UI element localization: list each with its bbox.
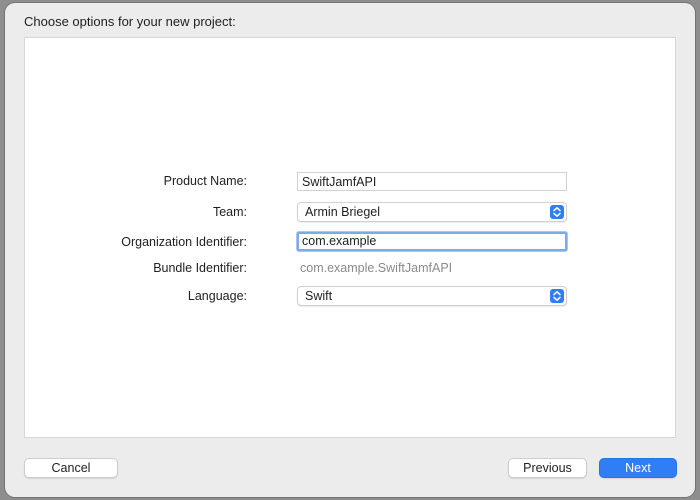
bundle-identifier-value: com.example.SwiftJamfAPI xyxy=(300,261,453,275)
up-down-chevron-icon xyxy=(550,205,564,219)
team-popup[interactable]: Armin Briegel xyxy=(297,202,567,222)
language-popup[interactable]: Swift xyxy=(297,286,567,306)
product-name-field[interactable]: SwiftJamfAPI xyxy=(297,172,567,191)
team-popup-value: Armin Briegel xyxy=(305,205,381,219)
dialog-heading: Choose options for your new project: xyxy=(24,14,236,29)
language-popup-value: Swift xyxy=(305,289,333,303)
bundle-identifier-label: Bundle Identifier: xyxy=(153,261,247,275)
new-project-dialog: Choose options for your new project: Pro… xyxy=(5,3,695,497)
next-button[interactable]: Next xyxy=(599,458,677,478)
language-label: Language: xyxy=(187,289,247,303)
previous-button[interactable]: Previous xyxy=(508,458,587,478)
product-name-label: Product Name: xyxy=(163,174,247,188)
organization-identifier-label: Organization Identifier: xyxy=(121,235,247,249)
cancel-button[interactable]: Cancel xyxy=(24,458,118,478)
organization-identifier-field[interactable]: com.example xyxy=(297,232,567,251)
options-panel: Product Name: SwiftJamfAPI Team: Armin B… xyxy=(24,37,676,438)
up-down-chevron-icon xyxy=(550,289,564,303)
team-label: Team: xyxy=(212,205,247,219)
